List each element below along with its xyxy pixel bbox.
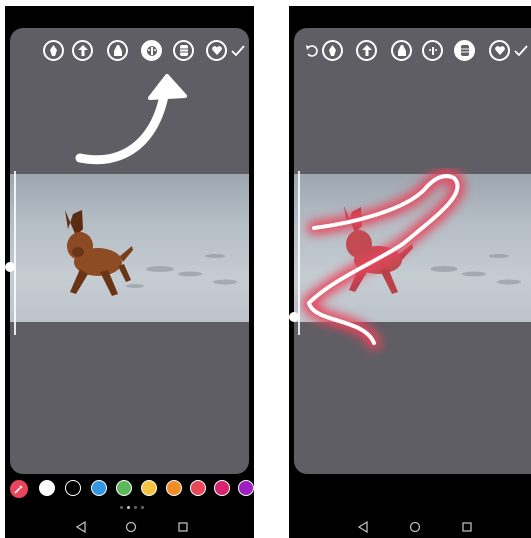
color-swatch-yellow[interactable] bbox=[141, 480, 157, 496]
drawing-canvas[interactable] bbox=[10, 28, 249, 474]
android-nav-bar bbox=[5, 514, 254, 538]
arrow-pen-icon[interactable] bbox=[356, 40, 377, 61]
brush-size-handle[interactable] bbox=[289, 312, 299, 322]
brush-size-slider[interactable] bbox=[14, 171, 16, 335]
dog-photo bbox=[10, 174, 249, 322]
marker-icon[interactable] bbox=[391, 40, 412, 61]
glow-pen-icon[interactable] bbox=[422, 40, 443, 61]
checkmark-icon[interactable] bbox=[229, 40, 247, 61]
color-swatch-white[interactable] bbox=[39, 480, 55, 496]
checkmark-icon[interactable] bbox=[512, 40, 530, 61]
recents-icon[interactable] bbox=[177, 518, 191, 532]
color-palette bbox=[10, 480, 254, 498]
android-nav-bar bbox=[289, 514, 531, 538]
back-icon[interactable] bbox=[357, 518, 371, 534]
undo-icon[interactable] bbox=[304, 41, 320, 61]
color-swatch-purple[interactable] bbox=[238, 480, 254, 496]
home-icon[interactable] bbox=[125, 518, 139, 533]
brush-size-handle[interactable] bbox=[5, 262, 15, 272]
recents-icon[interactable] bbox=[461, 518, 475, 532]
color-swatch-red[interactable] bbox=[190, 480, 206, 496]
brush-toolbar bbox=[294, 40, 531, 62]
heart-pen-icon[interactable] bbox=[489, 40, 510, 61]
color-swatch-black[interactable] bbox=[65, 480, 81, 496]
color-swatch-blue[interactable] bbox=[91, 480, 107, 496]
color-swatch-green[interactable] bbox=[116, 480, 132, 496]
color-swatch-pink[interactable] bbox=[214, 480, 230, 496]
brush-toolbar bbox=[10, 40, 249, 62]
chalk-icon[interactable] bbox=[454, 40, 475, 61]
left-phone-screen bbox=[5, 6, 254, 538]
pen-icon[interactable] bbox=[322, 40, 343, 61]
chalk-icon[interactable] bbox=[173, 40, 194, 61]
glow-scribble-stroke bbox=[301, 169, 465, 350]
dog-figure bbox=[65, 210, 133, 296]
curved-arrow-icon bbox=[75, 74, 187, 165]
pen-icon[interactable] bbox=[43, 40, 64, 61]
right-phone-screen bbox=[289, 6, 531, 538]
glow-pen-icon[interactable] bbox=[141, 40, 162, 61]
heart-pen-icon[interactable] bbox=[206, 40, 227, 61]
drawing-canvas[interactable] bbox=[294, 28, 531, 474]
back-icon[interactable] bbox=[75, 518, 89, 534]
palette-page-indicator bbox=[120, 506, 150, 510]
home-icon[interactable] bbox=[409, 518, 423, 533]
color-swatch-orange[interactable] bbox=[166, 480, 182, 496]
arrow-pen-icon[interactable] bbox=[72, 40, 93, 61]
eyedropper-icon[interactable] bbox=[10, 480, 28, 498]
brush-size-slider[interactable] bbox=[298, 171, 300, 335]
marker-icon[interactable] bbox=[107, 40, 128, 61]
